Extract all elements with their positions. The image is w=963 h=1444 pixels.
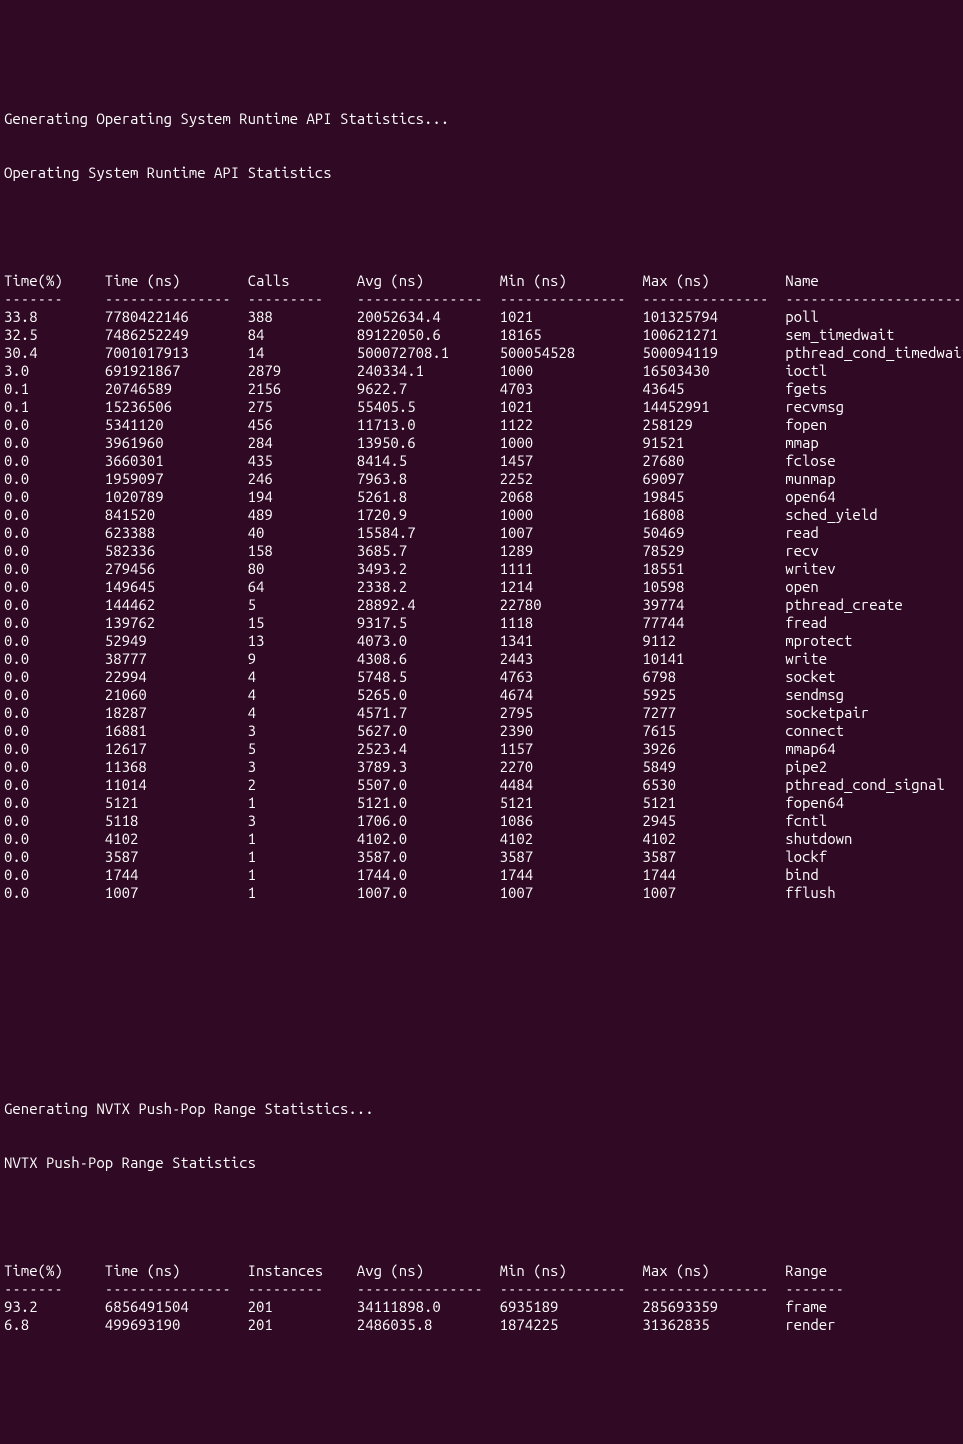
section2-table: Time(%) Time (ns) Instances Avg (ns) Min… xyxy=(4,1262,959,1334)
blank-line xyxy=(4,218,959,236)
osrt-data-row: 0.0 623388 40 15584.7 1007 50469 read xyxy=(4,524,959,542)
osrt-data-row: 0.0 52949 13 4073.0 1341 9112 mprotect xyxy=(4,632,959,650)
osrt-data-row: 0.0 149645 64 2338.2 1214 10598 open xyxy=(4,578,959,596)
blank-line xyxy=(4,1208,959,1226)
osrt-data-row: 0.0 1744 1 1744.0 1744 1744 bind xyxy=(4,866,959,884)
osrt-data-row: 0.0 38777 9 4308.6 2443 10141 write xyxy=(4,650,959,668)
osrt-data-row: 0.0 3660301 435 8414.5 1457 27680 fclose xyxy=(4,452,959,470)
osrt-data-row: 0.0 22994 4 5748.5 4763 6798 socket xyxy=(4,668,959,686)
osrt-data-row: 0.0 21060 4 5265.0 4674 5925 sendmsg xyxy=(4,686,959,704)
osrt-data-row: 3.0 691921867 2879 240334.1 1000 1650343… xyxy=(4,362,959,380)
nvtx-data-row: 6.8 499693190 201 2486035.8 1874225 3136… xyxy=(4,1316,959,1334)
osrt-data-row: 0.0 5121 1 5121.0 5121 5121 fopen64 xyxy=(4,794,959,812)
osrt-data-row: 0.0 12617 5 2523.4 1157 3926 mmap64 xyxy=(4,740,959,758)
nvtx-data-row: 93.2 6856491504 201 34111898.0 6935189 2… xyxy=(4,1298,959,1316)
nvtx-divider-row: ------- --------------- --------- ------… xyxy=(4,1280,959,1298)
terminal-output[interactable]: Generating Operating System Runtime API … xyxy=(0,72,963,1354)
osrt-data-row: 0.0 18287 4 4571.7 2795 7277 socketpair xyxy=(4,704,959,722)
osrt-data-row: 0.1 15236506 275 55405.5 1021 14452991 r… xyxy=(4,398,959,416)
section1-table: Time(%) Time (ns) Calls Avg (ns) Min (ns… xyxy=(4,272,959,902)
osrt-data-row: 0.0 4102 1 4102.0 4102 4102 shutdown xyxy=(4,830,959,848)
blank-line xyxy=(4,1046,959,1064)
osrt-data-row: 0.0 279456 80 3493.2 1111 18551 writev xyxy=(4,560,959,578)
osrt-data-row: 0.0 5341120 456 11713.0 1122 258129 fope… xyxy=(4,416,959,434)
osrt-data-row: 0.0 5118 3 1706.0 1086 2945 fcntl xyxy=(4,812,959,830)
section2-title: NVTX Push-Pop Range Statistics xyxy=(4,1154,959,1172)
osrt-data-row: 0.0 1020789 194 5261.8 2068 19845 open64 xyxy=(4,488,959,506)
section1-title: Operating System Runtime API Statistics xyxy=(4,164,959,182)
blank-line xyxy=(4,938,959,956)
osrt-data-row: 0.0 16881 3 5627.0 2390 7615 connect xyxy=(4,722,959,740)
osrt-header-row: Time(%) Time (ns) Calls Avg (ns) Min (ns… xyxy=(4,272,959,290)
osrt-data-row: 0.0 841520 489 1720.9 1000 16808 sched_y… xyxy=(4,506,959,524)
osrt-data-row: 0.0 144462 5 28892.4 22780 39774 pthread… xyxy=(4,596,959,614)
osrt-data-row: 0.0 139762 15 9317.5 1118 77744 fread xyxy=(4,614,959,632)
osrt-data-row: 0.0 3961960 284 13950.6 1000 91521 mmap xyxy=(4,434,959,452)
osrt-data-row: 0.0 11368 3 3789.3 2270 5849 pipe2 xyxy=(4,758,959,776)
section1-generating: Generating Operating System Runtime API … xyxy=(4,110,959,128)
section2-generating: Generating NVTX Push-Pop Range Statistic… xyxy=(4,1100,959,1118)
osrt-data-row: 30.4 7001017913 14 500072708.1 500054528… xyxy=(4,344,959,362)
osrt-data-row: 0.0 11014 2 5507.0 4484 6530 pthread_con… xyxy=(4,776,959,794)
blank-line xyxy=(4,992,959,1010)
osrt-data-row: 33.8 7780422146 388 20052634.4 1021 1013… xyxy=(4,308,959,326)
nvtx-header-row: Time(%) Time (ns) Instances Avg (ns) Min… xyxy=(4,1262,959,1280)
osrt-data-row: 0.0 582336 158 3685.7 1289 78529 recv xyxy=(4,542,959,560)
osrt-divider-row: ------- --------------- --------- ------… xyxy=(4,290,959,308)
osrt-data-row: 0.1 20746589 2156 9622.7 4703 43645 fget… xyxy=(4,380,959,398)
osrt-data-row: 0.0 1959097 246 7963.8 2252 69097 munmap xyxy=(4,470,959,488)
osrt-data-row: 0.0 3587 1 3587.0 3587 3587 lockf xyxy=(4,848,959,866)
osrt-data-row: 0.0 1007 1 1007.0 1007 1007 fflush xyxy=(4,884,959,902)
osrt-data-row: 32.5 7486252249 84 89122050.6 18165 1006… xyxy=(4,326,959,344)
